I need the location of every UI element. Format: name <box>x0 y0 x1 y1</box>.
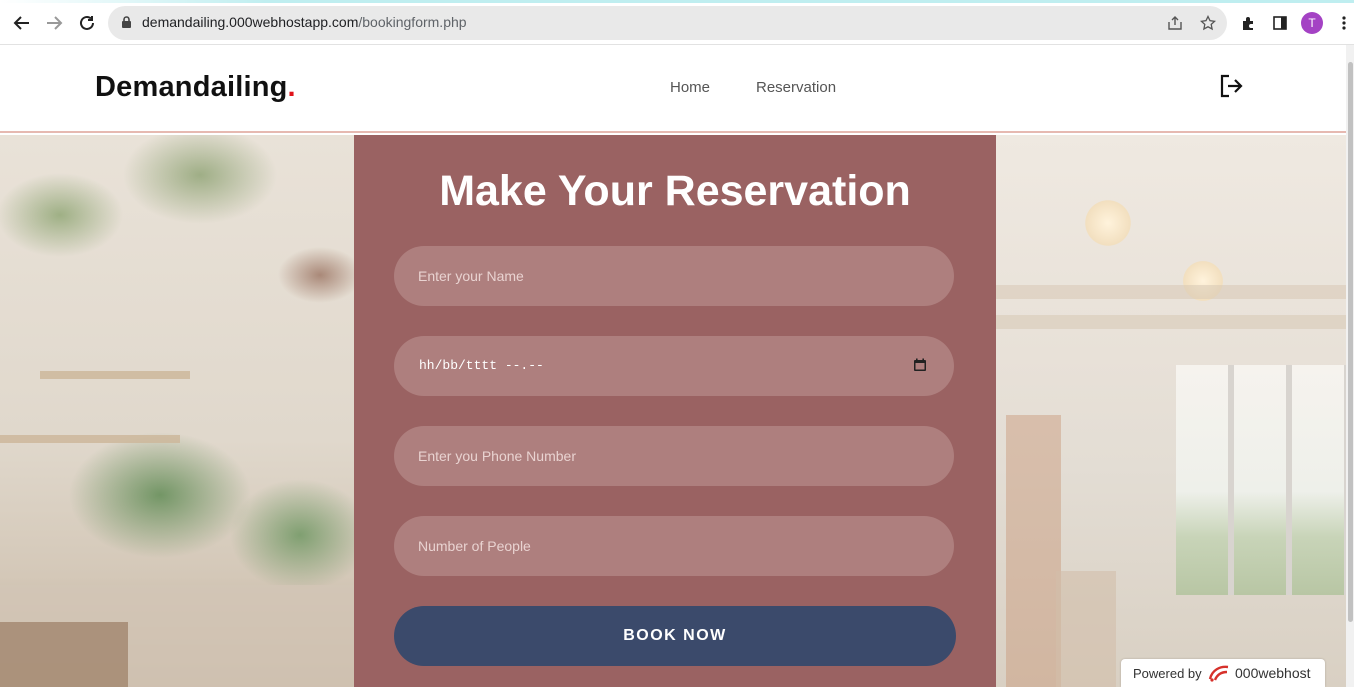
address-bar[interactable]: demandailing.000webhostapp.com/bookingfo… <box>108 6 1227 40</box>
menu-stand <box>1056 571 1116 687</box>
chair <box>0 622 128 687</box>
extensions-icon[interactable] <box>1237 12 1259 34</box>
side-panel-icon[interactable] <box>1269 12 1291 34</box>
site-header: Demandailing. Home Reservation <box>0 45 1354 133</box>
date-time-input[interactable]: hh/bb/tttt --.-- <box>394 336 954 396</box>
more-icon[interactable] <box>1333 12 1354 34</box>
star-icon[interactable] <box>1199 14 1217 32</box>
webhost-logo-icon <box>1208 665 1229 682</box>
logo-dot: . <box>287 71 296 103</box>
share-icon[interactable] <box>1166 14 1184 32</box>
name-input[interactable] <box>394 246 954 306</box>
powered-by-badge[interactable]: Powered by 000webhost <box>1121 659 1325 687</box>
ceiling-beam <box>996 315 1354 329</box>
reservation-form: Make Your Reservation hh/bb/tttt --.-- B… <box>354 135 996 687</box>
phone-input[interactable] <box>394 426 954 486</box>
powered-label: Powered by <box>1133 666 1202 681</box>
site-logo[interactable]: Demandailing. <box>95 71 296 104</box>
lock-icon[interactable] <box>121 16 132 29</box>
window <box>1176 365 1354 595</box>
toolbar-accent <box>0 0 1354 3</box>
logo-text: Demandailing <box>95 71 288 103</box>
reload-icon[interactable] <box>76 12 98 34</box>
sign-panel <box>1006 415 1061 687</box>
browser-toolbar: demandailing.000webhostapp.com/bookingfo… <box>0 0 1354 45</box>
shelf <box>40 371 190 379</box>
forward-icon[interactable] <box>43 12 65 34</box>
hero-section: Make Your Reservation hh/bb/tttt --.-- B… <box>0 135 1354 687</box>
nav-home-link[interactable]: Home <box>670 79 710 96</box>
form-title: Make Your Reservation <box>439 167 911 215</box>
calendar-icon[interactable] <box>913 358 927 372</box>
book-now-button[interactable]: BOOK NOW <box>394 606 956 666</box>
people-input[interactable] <box>394 516 954 576</box>
url-text[interactable]: demandailing.000webhostapp.com/bookingfo… <box>142 14 467 30</box>
back-icon[interactable] <box>11 12 33 34</box>
date-time-value: hh/bb/tttt --.-- <box>419 358 544 373</box>
ceiling-beam <box>996 285 1354 299</box>
nav-reservation-link[interactable]: Reservation <box>756 79 836 96</box>
cafe-plants-photo <box>0 135 354 687</box>
powered-brand: 000webhost <box>1235 665 1311 681</box>
scrollbar-thumb[interactable] <box>1348 62 1353 622</box>
profile-avatar[interactable]: T <box>1301 12 1323 34</box>
cafe-interior-photo <box>996 135 1354 687</box>
url-host: demandailing.000webhostapp.com <box>142 14 359 30</box>
shelf <box>0 435 180 443</box>
logout-icon[interactable] <box>1218 73 1244 99</box>
url-path: /bookingform.php <box>358 14 467 30</box>
